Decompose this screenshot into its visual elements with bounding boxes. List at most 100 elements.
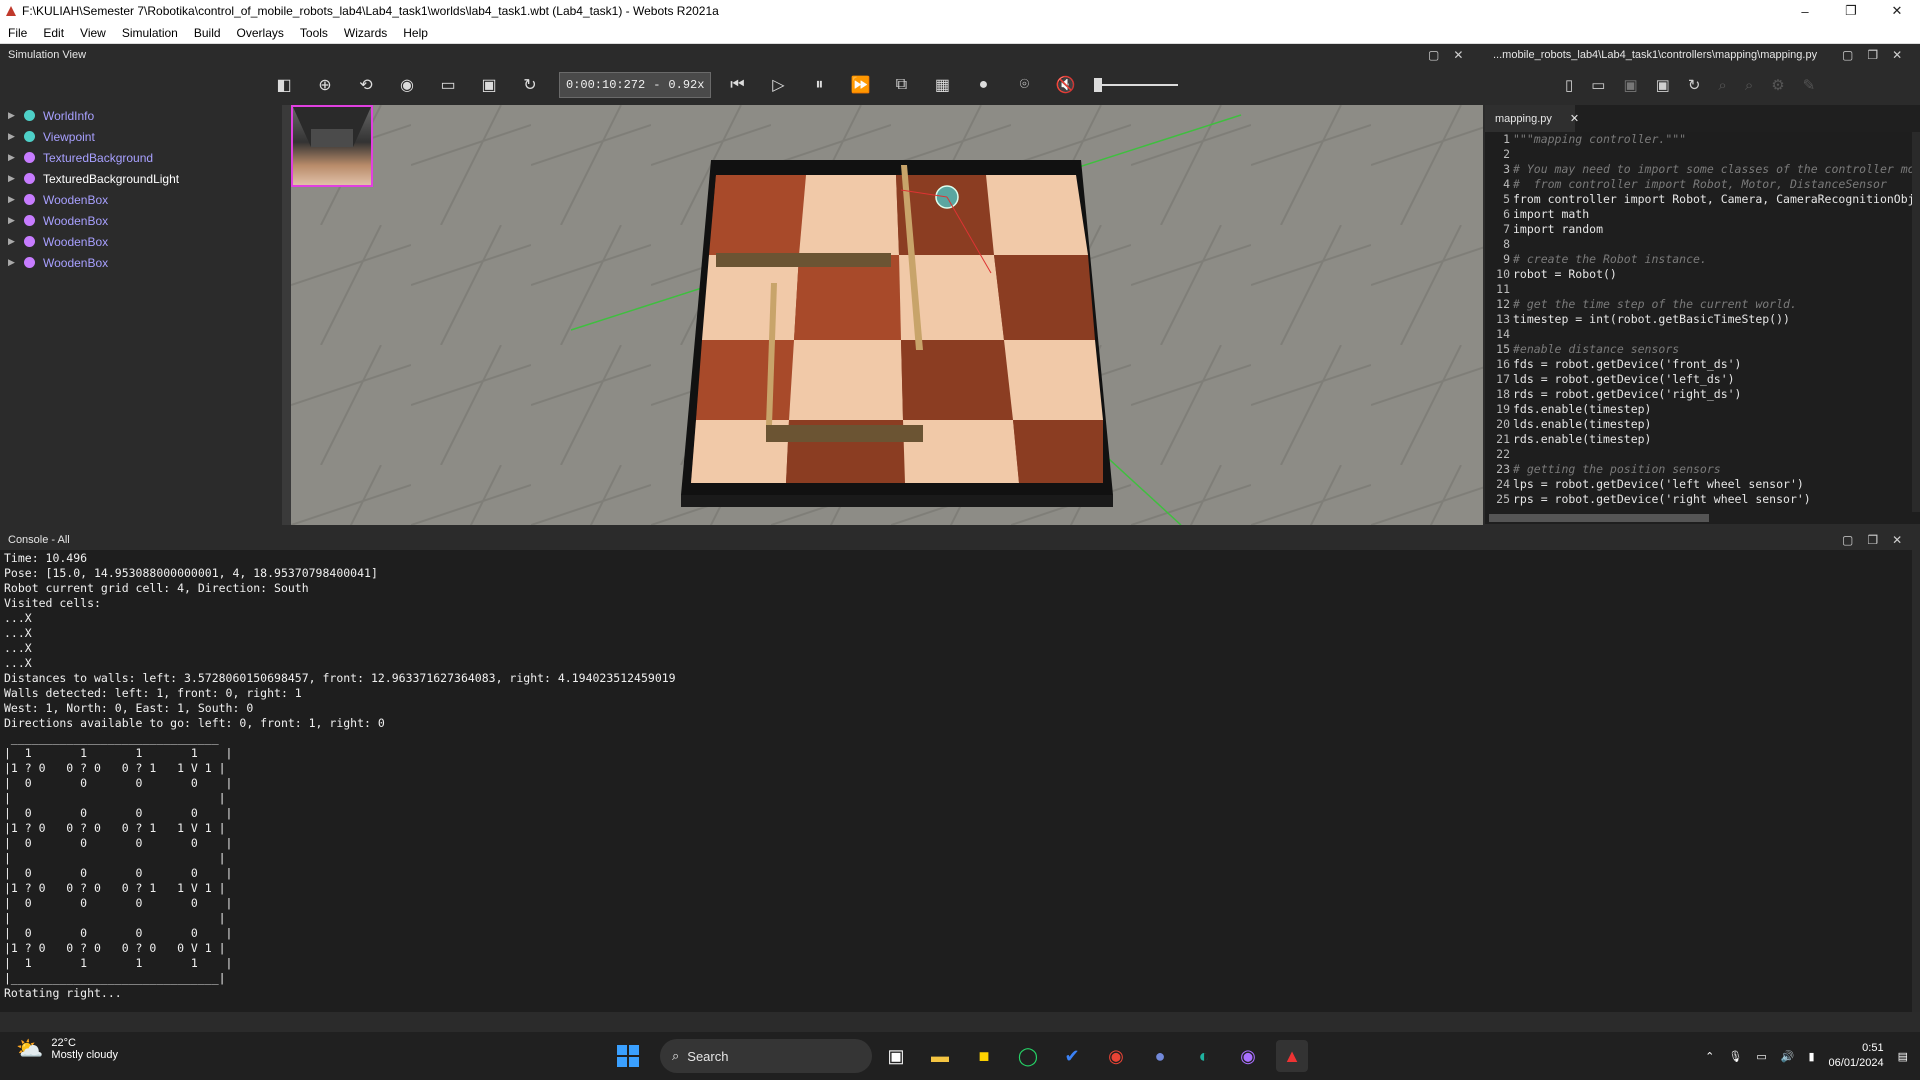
menu-file[interactable]: File: [0, 26, 35, 40]
node-label: WoodenBox: [43, 234, 109, 249]
rendering-toggle-icon[interactable]: ⧉: [889, 73, 913, 97]
editor-hscroll-thumb[interactable]: [1489, 514, 1709, 522]
expand-arrow-icon[interactable]: ▶: [8, 131, 24, 142]
replace-icon[interactable]: ⌕: [1745, 77, 1753, 94]
save-world-icon[interactable]: ▣: [477, 73, 501, 97]
expand-arrow-icon[interactable]: ▶: [8, 110, 24, 121]
code-line: 24 lps = robot.getDevice('left wheel sens…: [1496, 477, 1804, 491]
todo-check-icon[interactable]: ✔: [1056, 1040, 1088, 1072]
scene-tree-toggle-icon[interactable]: ◧: [272, 73, 296, 97]
menu-view[interactable]: View: [72, 26, 114, 40]
sticky-notes-icon[interactable]: ■: [968, 1040, 1000, 1072]
build-icon[interactable]: ⚙: [1771, 76, 1784, 94]
mute-icon[interactable]: 🔇: [1053, 73, 1077, 97]
scene-tree-scrollbar[interactable]: [282, 105, 291, 525]
eye-icon[interactable]: ◉: [395, 73, 419, 97]
expand-arrow-icon[interactable]: ▶: [8, 152, 24, 163]
close-tab-icon[interactable]: ✕: [1570, 112, 1579, 125]
webots-taskbar-icon[interactable]: ▲: [1276, 1040, 1308, 1072]
new-file-icon[interactable]: ▯: [1565, 76, 1573, 94]
find-icon[interactable]: ⌕: [1718, 77, 1726, 94]
volume-slider[interactable]: [1094, 78, 1179, 92]
step-icon[interactable]: ▷: [766, 73, 790, 97]
scene-tree-item[interactable]: ▶ Viewpoint: [0, 126, 282, 147]
console-scrollbar[interactable]: [1912, 550, 1920, 1012]
scene-tree-item[interactable]: ▶ WoodenBox: [0, 210, 282, 231]
float-icon[interactable]: ▢: [1428, 48, 1439, 62]
scene-tree-item[interactable]: ▶ TexturedBackground: [0, 147, 282, 168]
minimize-icon[interactable]: ▢: [1842, 48, 1853, 62]
close-icon[interactable]: ✕: [1892, 533, 1902, 547]
menu-tools[interactable]: Tools: [292, 26, 336, 40]
reset-view-icon[interactable]: ⟲: [354, 73, 378, 97]
menu-simulation[interactable]: Simulation: [114, 26, 186, 40]
pause-icon[interactable]: ⏸: [807, 73, 831, 97]
scene-tree-item[interactable]: ▶ WoodenBox: [0, 231, 282, 252]
scene-tree-item[interactable]: ▶ TexturedBackgroundLight: [0, 168, 282, 189]
discord-icon[interactable]: ●: [1144, 1040, 1176, 1072]
reload-world-icon[interactable]: ↻: [518, 73, 542, 97]
record-video-icon[interactable]: ▦: [930, 73, 954, 97]
record-icon[interactable]: ●: [971, 73, 995, 97]
editor-vscrollbar[interactable]: [1912, 132, 1920, 512]
menu-edit[interactable]: Edit: [35, 26, 72, 40]
fast-forward-icon[interactable]: ⏩: [848, 73, 872, 97]
float-icon[interactable]: ❐: [1867, 533, 1878, 547]
github-desktop-icon[interactable]: ◉: [1232, 1040, 1264, 1072]
tab-mapping-py[interactable]: mapping.py ✕: [1485, 105, 1579, 132]
microphone-icon[interactable]: 🎙: [1728, 1050, 1742, 1063]
close-icon[interactable]: ✕: [1892, 48, 1902, 62]
taskbar-clock[interactable]: 0:51 06/01/2024: [1829, 1041, 1884, 1071]
volume-icon[interactable]: 🔊: [1781, 1050, 1795, 1063]
chevron-up-icon[interactable]: ⌃: [1705, 1050, 1714, 1063]
reset-simulation-icon[interactable]: ⏮: [725, 73, 749, 97]
save-all-icon[interactable]: ▣: [1656, 76, 1670, 94]
screenshot-icon[interactable]: ⌾: [1012, 73, 1036, 97]
menu-build[interactable]: Build: [186, 26, 229, 40]
display-icon[interactable]: ▭: [1756, 1050, 1766, 1063]
expand-arrow-icon[interactable]: ▶: [8, 236, 24, 247]
float-icon[interactable]: ❐: [1867, 48, 1878, 62]
menu-help[interactable]: Help: [395, 26, 436, 40]
node-icon: [24, 131, 35, 142]
console-output[interactable]: Time: 10.496 Pose: [15.0, 14.953088000000…: [0, 550, 1920, 1012]
camera-overlay[interactable]: [291, 105, 373, 187]
menu-wizards[interactable]: Wizards: [336, 26, 395, 40]
volume-slider-handle[interactable]: [1094, 78, 1103, 92]
start-windows-icon[interactable]: [612, 1040, 644, 1072]
code-editor[interactable]: 1 """mapping controller.""" 2 3 # You may …: [1485, 132, 1920, 512]
code-line: 17 lds = robot.getDevice('left_ds'): [1496, 372, 1735, 386]
whatsapp-icon[interactable]: ◯: [1012, 1040, 1044, 1072]
minimize-icon[interactable]: ▢: [1842, 533, 1853, 547]
simulation-view-title: Simulation View: [0, 45, 1485, 65]
simulation-3d-viewport[interactable]: [291, 105, 1483, 525]
node-label: Viewpoint: [43, 129, 95, 144]
menu-overlays[interactable]: Overlays: [229, 26, 292, 40]
close-icon[interactable]: ✕: [1453, 48, 1463, 62]
expand-arrow-icon[interactable]: ▶: [8, 215, 24, 226]
clean-icon[interactable]: ✎: [1803, 76, 1816, 94]
editor-hscrollbar[interactable]: [1485, 512, 1920, 524]
edge-icon[interactable]: ◐: [1188, 1040, 1220, 1072]
scene-tree-item[interactable]: ▶ WoodenBox: [0, 189, 282, 210]
open-world-icon[interactable]: ▭: [436, 73, 460, 97]
scene-tree-item[interactable]: ▶ WorldInfo: [0, 105, 282, 126]
expand-arrow-icon[interactable]: ▶: [8, 173, 24, 184]
revert-file-icon[interactable]: ↻: [1688, 76, 1701, 94]
close-button[interactable]: ✕: [1874, 0, 1920, 22]
maximize-button[interactable]: ❐: [1828, 0, 1874, 22]
weather-widget[interactable]: ⛅ 22°C Mostly cloudy: [16, 1036, 118, 1062]
task-view-icon[interactable]: ▣: [880, 1040, 912, 1072]
chrome-icon[interactable]: ◉: [1100, 1040, 1132, 1072]
notification-icon[interactable]: ▤: [1898, 1050, 1908, 1063]
add-node-icon[interactable]: ⊕: [313, 73, 337, 97]
save-file-icon[interactable]: ▣: [1623, 76, 1637, 94]
file-explorer-icon[interactable]: ▬: [924, 1040, 956, 1072]
scene-tree-item[interactable]: ▶ WoodenBox: [0, 252, 282, 273]
taskbar-search[interactable]: ⌕ Search: [660, 1039, 872, 1073]
open-file-icon[interactable]: ▭: [1591, 76, 1605, 94]
expand-arrow-icon[interactable]: ▶: [8, 194, 24, 205]
minimize-button[interactable]: –: [1782, 0, 1828, 22]
expand-arrow-icon[interactable]: ▶: [8, 257, 24, 268]
battery-icon[interactable]: ▮: [1808, 1050, 1814, 1063]
